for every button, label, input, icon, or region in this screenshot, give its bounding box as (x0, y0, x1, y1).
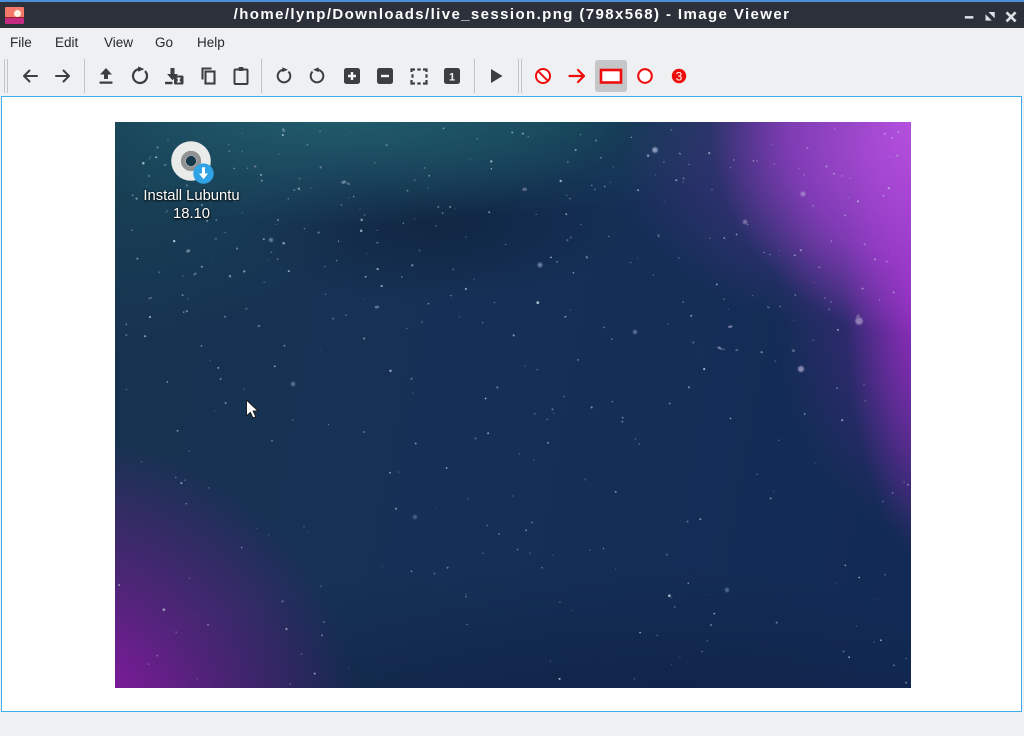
svg-text:3: 3 (676, 69, 683, 83)
svg-text:1: 1 (449, 72, 455, 84)
